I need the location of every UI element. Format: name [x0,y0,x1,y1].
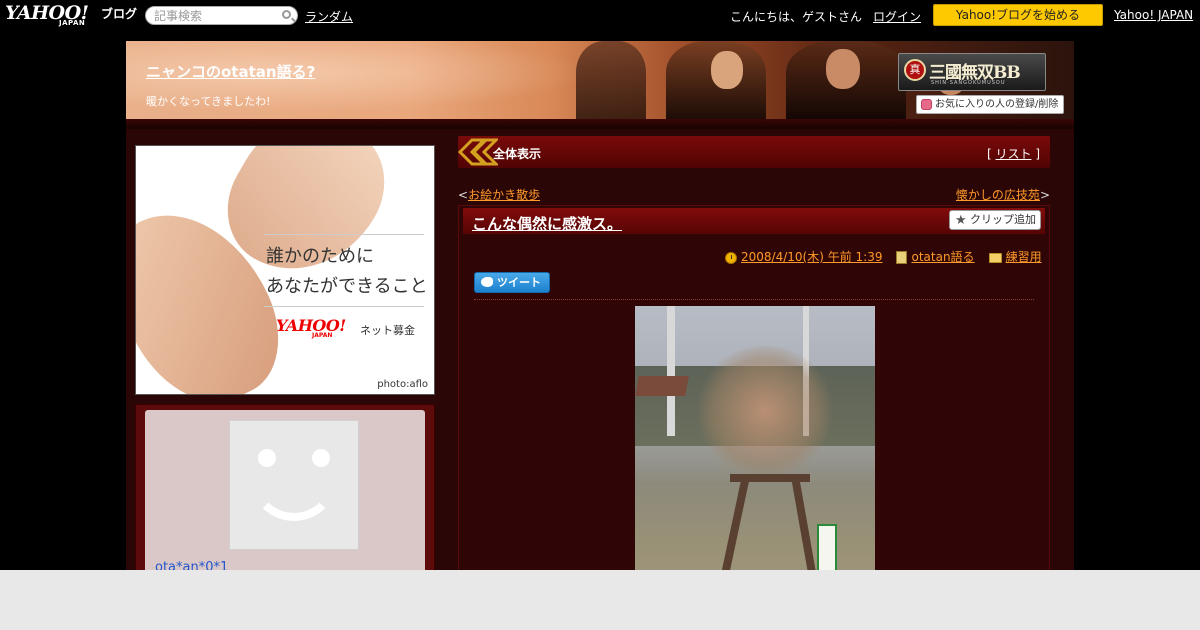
article-date-link[interactable]: 2008/4/10(木) 午前 1:39 [741,250,882,264]
tweet-button[interactable]: ツイート [474,272,550,293]
article-divider [474,299,1034,300]
favorite-register-button[interactable]: お気に入りの人の登録/削除 [916,95,1064,114]
search-icon[interactable] [282,10,291,19]
star-icon: ★ [955,213,967,228]
content-section-header: 全体表示 [ リスト ] [458,136,1050,168]
list-link-wrapper: [ リスト ] [986,147,1040,161]
prev-article-nav: <お絵かき散歩 [458,188,541,202]
article-author-link[interactable]: otatan語る [911,250,974,264]
game-logo-seal: 真 [904,59,926,81]
photo-shelter-roof [635,376,689,396]
greeting-text: こんにちは、ゲストさん [730,10,863,24]
ad-photo-credit: photo:aflo [377,379,428,390]
yahoo-logo-japan: JAPAN [59,19,86,27]
ad-yahoo-japan: JAPAN [312,332,333,339]
article-category-link[interactable]: 練習用 [1006,250,1042,264]
game-logo-subtitle: SHIN·SANGOKUMUSOU [931,80,1006,86]
search-input[interactable] [154,9,276,23]
favorite-register-label: お気に入りの人の登録/削除 [935,99,1059,110]
login-link[interactable]: ログイン [873,8,921,25]
banner-face-2 [826,49,860,89]
photo-tree-trunk-1 [667,306,675,436]
blog-logo-text: ブログ [101,7,138,21]
photo-cherry-blossom [695,346,835,476]
random-link[interactable]: ランダム [305,8,353,25]
yahoo-japan-link[interactable]: Yahoo! JAPAN [1114,8,1193,22]
article-panel: こんな偶然に感激ス。 ★ クリップ追加 2008/4/10(木) 午前 1:39… [458,205,1050,630]
start-blog-button[interactable]: Yahoo!ブログを始める [933,4,1103,26]
list-link[interactable]: リスト [995,147,1031,161]
tweet-label: ツイート [497,276,541,289]
avatar[interactable] [229,420,359,550]
next-article-nav: 懐かしの広技苑> [955,188,1050,202]
clip-add-label: クリップ追加 [970,213,1036,226]
article-meta: 2008/4/10(木) 午前 1:39 otatan語る 練習用 [725,248,1042,265]
next-article-link[interactable]: 懐かしの広技苑 [956,188,1040,202]
article-search-box [145,6,298,25]
ad-headline-2: あなたができること [266,276,428,297]
game-logo: 真 三國無双BB SHIN·SANGOKUMUSOU [898,53,1046,91]
bottom-bar [0,570,1200,630]
photo-support-bar [730,474,810,482]
blog-header-banner: ニャンコのotatan語る? 暖かくなってきましたわ! 真 三國無双BB SHI… [126,41,1074,119]
header-bottom-strip [126,119,1074,129]
folder-icon [988,252,1002,263]
article-title[interactable]: こんな偶然に感激ス。 [472,213,622,234]
favorite-icon [921,99,932,110]
ad-divider-bottom [264,306,424,307]
yahoo-blog-logo[interactable]: YAHOO! JAPAN ブログ [5,2,141,28]
banner-face-1 [711,51,743,89]
section-title: 全体表示 [493,147,542,161]
donation-ad-banner[interactable]: 誰かのために あなたができること YAHOO! JAPAN ネット募金 phot… [135,145,435,395]
prev-article-link[interactable]: お絵かき散歩 [468,188,540,202]
ad-headline-1: 誰かのために [266,246,374,267]
twitter-bird-icon [481,277,493,287]
photo-name-sign [817,524,837,574]
avatar-smile-icon [250,463,338,521]
blog-title[interactable]: ニャンコのotatan語る? [146,61,315,82]
author-icon [896,251,908,264]
clip-add-button[interactable]: ★ クリップ追加 [949,210,1041,230]
global-header: YAHOO! JAPAN ブログ ランダム こんにちは、ゲストさん ログイン Y… [0,0,1200,32]
blog-description: 暖かくなってきましたわ! [146,95,271,108]
ad-yahoo-logo: YAHOO! [276,316,346,335]
section-emblem-icon [458,138,498,166]
ad-divider-top [264,234,424,235]
ad-service-name: ネット募金 [360,324,415,337]
clock-icon [725,251,737,264]
banner-warrior-1 [576,41,646,119]
article-header: こんな偶然に感激ス。 ★ クリップ追加 [463,208,1045,234]
